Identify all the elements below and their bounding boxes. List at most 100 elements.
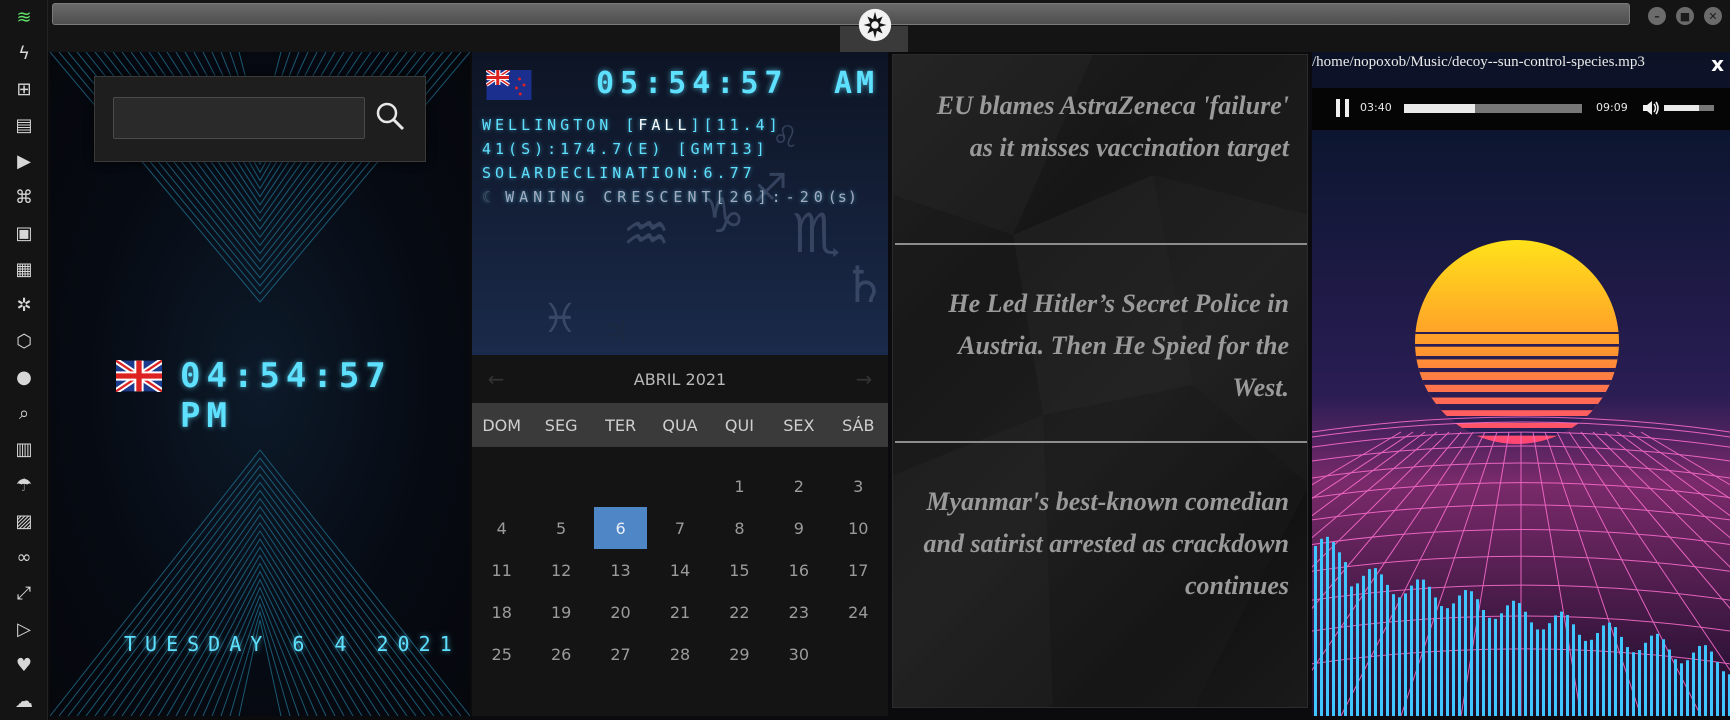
cloud-icon[interactable]: ☁	[0, 686, 48, 716]
newspaper-icon[interactable]: ▦	[0, 254, 48, 284]
calendar-day-today[interactable]: 6	[593, 507, 648, 549]
calendar-day[interactable]: 25	[472, 633, 531, 675]
close-window-button[interactable]: ✕	[1704, 7, 1722, 25]
prev-month-button[interactable]: ←	[484, 367, 508, 391]
calendar-day[interactable]: 26	[531, 633, 590, 675]
calendar-day[interactable]: 9	[769, 507, 828, 549]
location-prefix: WELLINGTON [	[482, 116, 639, 134]
svg-text:♃: ♃	[602, 315, 629, 350]
svg-text:♏: ♏	[792, 202, 840, 265]
windows-icon[interactable]: ⊞	[0, 74, 48, 104]
coordinates-line: 41(S):174.7(E) [GMT13]	[482, 140, 769, 158]
calendar-day[interactable]: 19	[531, 591, 590, 633]
weekday-label: DOM	[482, 415, 522, 435]
heart-icon[interactable]: ♥	[0, 650, 48, 680]
calendar-day[interactable]: 21	[650, 591, 709, 633]
local-clock-panel: 04:54:57 PM TUESDAY 6 4 2021	[50, 52, 470, 716]
seek-progress	[1404, 104, 1476, 113]
svg-text:♒: ♒	[622, 202, 670, 265]
calendar-day[interactable]: 8	[710, 507, 769, 549]
audio-controls: 03:40 09:09	[1312, 88, 1730, 130]
volume-slider[interactable]	[1664, 105, 1714, 111]
fullscreen-icon[interactable]: ⤢	[0, 578, 48, 608]
calendar-day[interactable]: 4	[472, 507, 531, 549]
calendar-day[interactable]: 2	[769, 465, 828, 507]
weekday-label: TER	[605, 415, 637, 435]
calendar-day[interactable]: 1	[710, 465, 769, 507]
calendar-day[interactable]: 11	[472, 549, 531, 591]
calendar-day[interactable]: 29	[710, 633, 769, 675]
calendar-month: ABRIL 2021	[633, 369, 727, 389]
calendar-day	[591, 465, 650, 507]
link-icon[interactable]: ∞	[0, 542, 48, 572]
calendar: ABRIL 2021 ← → DOM SEG TER QUA QUI SEX SÁB 123…	[472, 355, 888, 716]
headline-3[interactable]: Myanmar's best-known comedian and satiri…	[909, 481, 1290, 607]
network-icon[interactable]: ⬡	[0, 326, 48, 356]
lightning-icon[interactable]: ϟ	[0, 38, 48, 68]
calendar-day[interactable]: 13	[591, 549, 650, 591]
search-icon[interactable]: ⌕	[0, 398, 48, 428]
maximize-button[interactable]: ■	[1676, 7, 1694, 25]
calendar-day[interactable]: 12	[531, 549, 590, 591]
album-art	[1312, 132, 1730, 716]
search-input[interactable]	[113, 97, 365, 139]
youtube-icon[interactable]: ▷	[0, 614, 48, 644]
calendar-day[interactable]: 28	[650, 633, 709, 675]
calendar-day[interactable]: 3	[829, 465, 888, 507]
title-bar-drag-area[interactable]	[52, 3, 1630, 25]
search-icon[interactable]	[373, 99, 407, 133]
calendar-day[interactable]: 27	[591, 633, 650, 675]
seek-bar[interactable]	[1404, 104, 1582, 113]
moon-icon: ☾	[482, 188, 492, 206]
svg-text:♄: ♄	[842, 256, 887, 314]
wifi-icon[interactable]: ≋	[0, 2, 48, 32]
headline-1[interactable]: EU blames AstraZeneca 'failure' as it mi…	[909, 85, 1289, 169]
nz-flag-icon	[486, 70, 532, 100]
calendar-day[interactable]: 30	[769, 633, 828, 675]
pause-icon[interactable]	[1334, 98, 1352, 118]
next-month-button[interactable]: →	[852, 367, 876, 391]
world-clock: ♒ ♑ ♐ ♏ ♄ ♓ ♃ ♌ 05:54:57 AM WELLINGTON […	[472, 52, 888, 355]
calendar-day[interactable]: 22	[710, 591, 769, 633]
calendar-day[interactable]: 14	[650, 549, 709, 591]
close-player-button[interactable]: x	[1711, 52, 1724, 76]
weekday-label: SEX	[783, 415, 815, 435]
contacts-icon[interactable]: ▨	[0, 506, 48, 536]
season-label: FALL	[638, 116, 691, 134]
calendar-day[interactable]: 10	[829, 507, 888, 549]
weekday-label: QUA	[662, 415, 698, 435]
globe-icon[interactable]: ●	[0, 362, 48, 392]
uk-flag-icon	[116, 360, 162, 392]
umbrella-icon[interactable]: ☂	[0, 470, 48, 500]
moon-phase-unit: (s)	[827, 188, 858, 206]
location-suffix: ][11.4]	[690, 116, 782, 134]
duration: 09:09	[1596, 101, 1628, 114]
map-icon[interactable]: ▥	[0, 434, 48, 464]
local-time: 04:54:57 PM	[180, 356, 392, 436]
calendar-day[interactable]: 5	[531, 507, 590, 549]
calendar-day[interactable]: 18	[472, 591, 531, 633]
moon-phase-text: WANING CRESCENT[26]:-20	[505, 188, 828, 206]
weekday-label: SÁB	[842, 415, 875, 435]
image-icon[interactable]: ▣	[0, 218, 48, 248]
play-circle-icon[interactable]: ▶	[0, 146, 48, 176]
minimize-button[interactable]: –	[1648, 7, 1666, 25]
calendar-day[interactable]: 20	[591, 591, 650, 633]
calendar-day[interactable]: 23	[769, 591, 828, 633]
calendar-day[interactable]: 24	[829, 591, 888, 633]
volume-icon[interactable]	[1642, 99, 1660, 117]
music-player-panel: /home/nopoxob/Music/decoy--sun-control-s…	[1312, 52, 1730, 716]
divider	[895, 243, 1307, 245]
search-box	[94, 76, 426, 162]
map-book-icon[interactable]: ⌘	[0, 182, 48, 212]
rebel-alliance-logo-icon	[858, 8, 892, 42]
calendar-day[interactable]: 15	[710, 549, 769, 591]
calendar-day[interactable]: 7	[650, 507, 709, 549]
archive-icon[interactable]: ▤	[0, 110, 48, 140]
calendar-day[interactable]: 17	[829, 549, 888, 591]
settings-wheel-icon[interactable]: ✲	[0, 290, 48, 320]
headline-2[interactable]: He Led Hitler’s Secret Police in Austria…	[909, 283, 1289, 409]
moon-phase-line: ☾ WANING CRESCENT[26]:-20(s)	[482, 188, 858, 206]
calendar-day[interactable]: 16	[769, 549, 828, 591]
svg-text:♓: ♓	[542, 296, 578, 342]
